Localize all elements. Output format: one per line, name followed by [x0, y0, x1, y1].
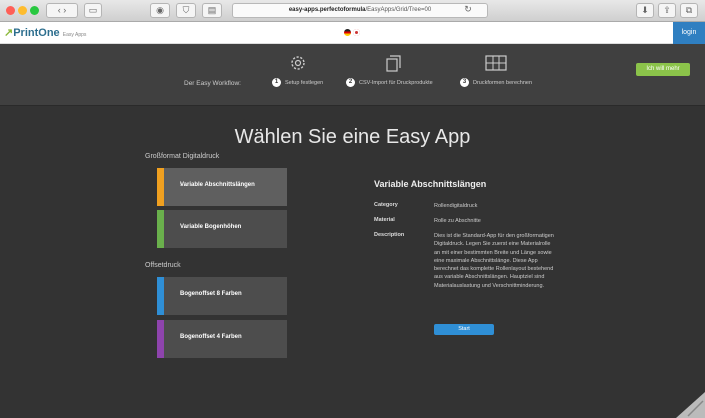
detail-material-value: Rolle zu Abschnitte [434, 218, 481, 224]
maximize-window-button[interactable] [30, 6, 39, 15]
logo-subtitle: Easy Apps [62, 32, 87, 38]
grid-icon [485, 55, 507, 71]
extension-button[interactable]: ◉ [150, 3, 170, 18]
reload-icon[interactable]: ↻ [460, 3, 476, 18]
resize-handle-icon[interactable] [676, 392, 705, 418]
step-label-csv: CSV-Import für Druckprodukte [359, 80, 433, 86]
reader-icon[interactable]: ▤ [202, 3, 222, 18]
step-number: 1 [272, 78, 281, 87]
step-number: 2 [346, 78, 355, 87]
download-button[interactable]: ⬇ [636, 3, 654, 18]
page-title: Wählen Sie eine Easy App [234, 126, 471, 148]
detail-description-label: Description [374, 232, 405, 238]
app-card-label: Bogenoffset 8 Farben [180, 291, 242, 297]
app-card-bogenoffset-4[interactable]: Bogenoffset 4 Farben [157, 320, 287, 358]
app-header: ↗PrintOne Easy Apps login [0, 22, 705, 44]
shield-icon[interactable]: ⛉ [176, 3, 196, 18]
german-flag-icon[interactable] [344, 29, 351, 36]
sidebar-toggle-button[interactable]: ▭ [84, 3, 102, 18]
address-bar[interactable]: easy-apps.perfectoformula/EasyApps/Grid/… [232, 3, 488, 18]
logo-text-one: One [38, 27, 60, 39]
detail-description-value: Dies ist die Standard-App für den großfo… [434, 233, 554, 289]
url-host: easy-apps.perfectoformula [288, 7, 366, 13]
close-window-button[interactable] [6, 6, 15, 15]
chevron-right-icon: › [180, 182, 182, 188]
app-card-variable-abschnittslaengen[interactable]: Variable Abschnittslängen › [157, 168, 287, 206]
url-path: /EasyApps/Grid/Tree=00 [365, 7, 432, 13]
workflow-bar: Der Easy Workflow: 1 Setup festlegen 2 C… [0, 44, 705, 106]
group-label-offsetdruck: Offsetdruck [145, 262, 181, 269]
app-card-bogenoffset-8[interactable]: Bogenoffset 8 Farben [157, 277, 287, 315]
detail-title: Variable Abschnittslängen [374, 179, 487, 189]
logo-icon: ↗ [4, 27, 14, 39]
english-flag-icon[interactable] [353, 29, 360, 36]
app-card-label: Bogenoffset 4 Farben [180, 334, 242, 340]
start-button[interactable]: Start [434, 324, 494, 335]
want-more-button[interactable]: Ich will mehr [636, 63, 690, 76]
group-label-grossformat: Großformat Digitaldruck [145, 153, 220, 160]
workflow-label: Der Easy Workflow: [184, 80, 241, 87]
tabs-button[interactable]: ⧉ [680, 3, 698, 18]
minimize-window-button[interactable] [18, 6, 27, 15]
app-card-variable-bogenhoehen[interactable]: Variable Bogenhöhen [157, 210, 287, 248]
login-button[interactable]: login [673, 22, 705, 44]
detail-category-value: Rollendigitaldruck [434, 203, 478, 209]
share-button[interactable]: ⇪ [658, 3, 676, 18]
pages-icon [386, 55, 401, 72]
app-card-label: Variable Bogenhöhen [180, 224, 242, 230]
printone-logo[interactable]: ↗PrintOne Easy Apps [4, 26, 86, 39]
gear-icon [291, 56, 305, 70]
detail-material-label: Material [374, 217, 395, 223]
step-number: 3 [460, 78, 469, 87]
language-flags[interactable] [344, 29, 362, 37]
detail-category-label: Category [374, 202, 398, 208]
step-label-setup: Setup festlegen [285, 80, 324, 86]
step-label-druckformen: Druckformen berechnen [473, 80, 533, 86]
browser-toolbar: ‹ › ▭ ◉ ⛉ ▤ easy-apps.perfectoformula/Ea… [0, 0, 705, 22]
back-forward-button[interactable]: ‹ › [46, 3, 78, 18]
